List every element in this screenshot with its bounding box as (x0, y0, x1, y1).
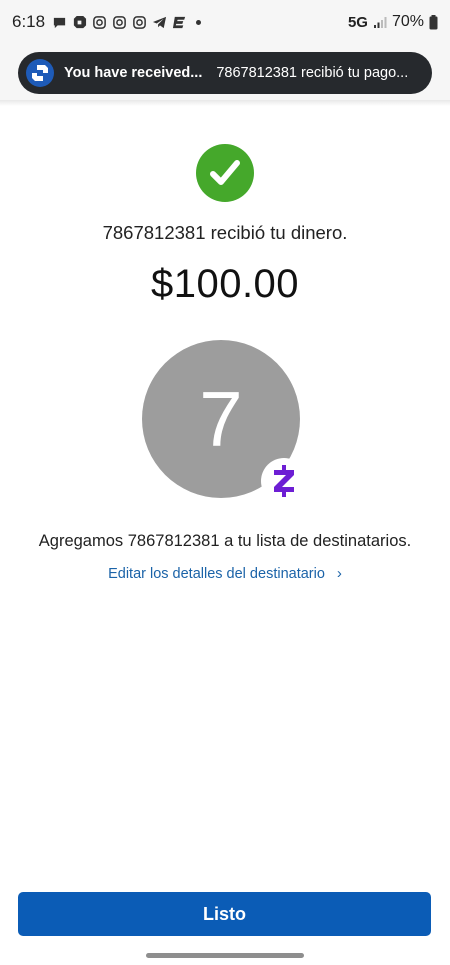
success-check-icon (196, 144, 254, 202)
payment-amount: $100.00 (150, 262, 300, 306)
status-bar: 6:18 5G 70% (0, 0, 450, 44)
instagram-icon (133, 15, 146, 29)
signal-icon (373, 17, 387, 28)
more-notifications-dot-icon (196, 19, 202, 25)
chase-icon (73, 15, 87, 28)
battery-percent: 70% (391, 13, 424, 30)
notification-title: You have received... (64, 65, 203, 81)
done-button[interactable]: Listo (18, 892, 431, 936)
header-divider (0, 100, 450, 106)
network-type: 5G (347, 13, 368, 31)
instagram-icon (93, 15, 106, 29)
home-gesture-handle[interactable] (146, 953, 304, 958)
zelle-icon (261, 458, 307, 504)
chase-logo-icon (26, 59, 54, 87)
chat-bubble-icon (53, 17, 66, 28)
recipient-added-message: Agregamos 7867812381 a tu lista de desti… (38, 532, 412, 550)
chevron-right-icon: › (336, 565, 342, 582)
status-left: 6:18 (12, 12, 202, 32)
notification-banner[interactable]: You have received... 7867812381 recibió … (18, 52, 432, 94)
edit-recipient-link[interactable]: Editar los detalles del destinatario › (0, 565, 450, 582)
payment-confirmation-screen: 6:18 5G 70% You have received... 7867812… (0, 0, 450, 965)
app-e-icon (173, 16, 186, 28)
notification-body: 7867812381 recibió tu pago... (216, 65, 409, 81)
notification-area: You have received... 7867812381 recibió … (0, 44, 450, 100)
status-time: 6:18 (12, 12, 46, 31)
status-right: 5G 70% (348, 13, 438, 31)
battery-icon (429, 14, 438, 29)
confirmation-message: 7867812381 recibió tu dinero. (102, 222, 348, 243)
telegram-icon (153, 16, 167, 28)
instagram-icon (113, 15, 126, 29)
edit-recipient-label: Editar los detalles del destinatario (108, 566, 325, 582)
avatar-initial: 7 (199, 374, 243, 463)
